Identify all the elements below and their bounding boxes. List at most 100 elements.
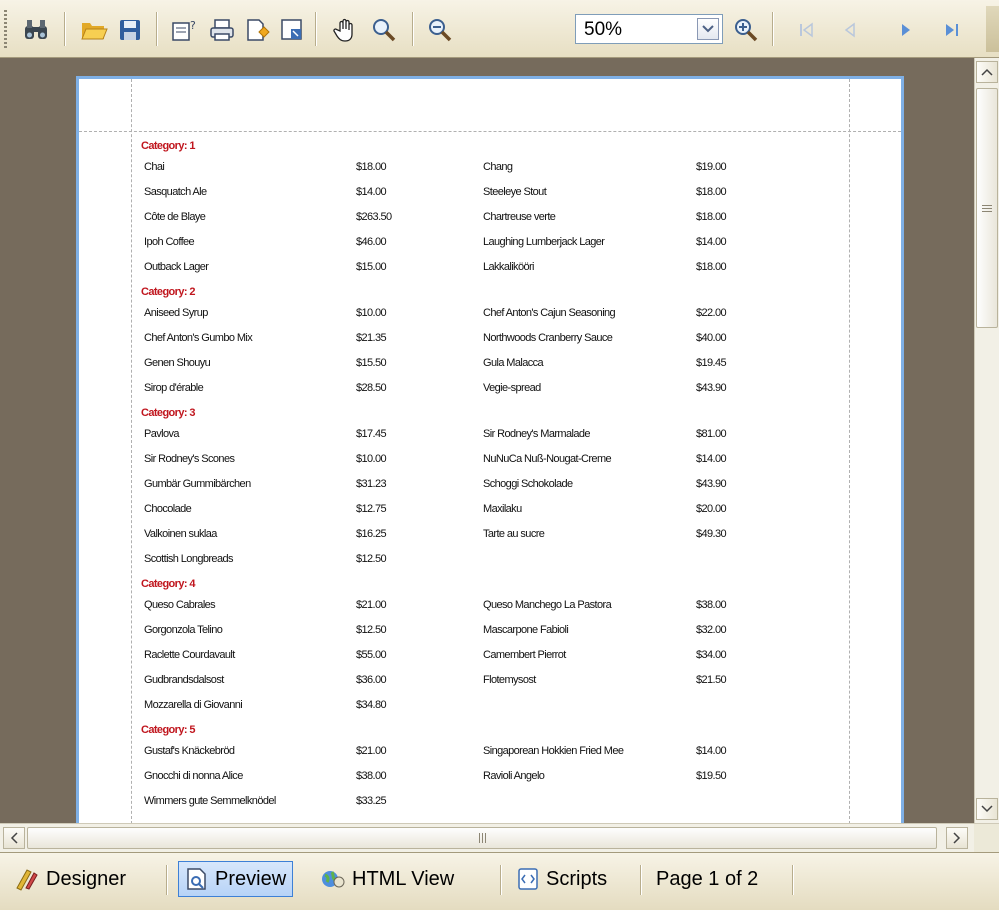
- product-name: Queso Cabrales: [144, 599, 216, 611]
- product-price: $14.00: [696, 453, 727, 465]
- product-name: Aniseed Syrup: [144, 307, 208, 319]
- scroll-down-button[interactable]: [976, 798, 998, 820]
- page-icon[interactable]: [276, 14, 308, 46]
- product-price: $43.90: [696, 478, 727, 490]
- product-name: Chartreuse verte: [483, 211, 556, 223]
- page-status: Page 1 of 2: [650, 861, 764, 897]
- report-row: Chocolade $12.75 Maxilaku $20.00: [141, 499, 781, 524]
- product-price: $18.00: [696, 261, 727, 273]
- product-price: $21.35: [356, 332, 387, 344]
- open-folder-icon[interactable]: [78, 14, 110, 46]
- product-name: Sasquatch Ale: [144, 186, 207, 198]
- prev-page-icon[interactable]: [834, 14, 866, 46]
- scroll-left-button[interactable]: [3, 827, 25, 849]
- product-price: $31.23: [356, 478, 387, 490]
- product-price: $17.45: [356, 428, 387, 440]
- product-price: $22.00: [696, 307, 727, 319]
- scroll-up-button[interactable]: [976, 61, 998, 83]
- scrollbar-corner: [974, 824, 999, 853]
- product-name: Ipoh Coffee: [144, 236, 195, 248]
- product-price: $18.00: [356, 161, 387, 173]
- tab-designer[interactable]: Designer: [8, 861, 132, 897]
- chevron-down-icon[interactable]: [697, 18, 719, 40]
- tab-scripts[interactable]: Scripts: [510, 861, 613, 897]
- product-name: Gustaf's Knäckebröd: [144, 745, 235, 757]
- binoculars-icon[interactable]: [20, 14, 52, 46]
- report-row: Côte de Blaye $263.50 Chartreuse verte $18.…: [141, 207, 781, 232]
- product-name: Sir Rodney's Scones: [144, 453, 235, 465]
- vertical-scroll-thumb[interactable]: [976, 88, 998, 328]
- product-name: Schoggi Schokolade: [483, 478, 573, 490]
- product-price: $21.00: [356, 599, 387, 611]
- product-price: $20.00: [696, 503, 727, 515]
- toolbar-overflow-button[interactable]: [986, 6, 999, 52]
- product-price: $15.00: [356, 261, 387, 273]
- preview-icon: [187, 868, 206, 890]
- page-setup-icon[interactable]: ?: [168, 14, 200, 46]
- next-page-icon[interactable]: [890, 14, 922, 46]
- horizontal-scroll-thumb[interactable]: [27, 827, 937, 849]
- report-row: Outback Lager $15.00 Lakkalikööri $18.00: [141, 257, 781, 282]
- print-icon[interactable]: [206, 14, 238, 46]
- product-price: $43.90: [696, 382, 727, 394]
- product-name: Steeleye Stout: [483, 186, 547, 198]
- report-row: Ipoh Coffee $46.00 Laughing Lumberjack Lag…: [141, 232, 781, 257]
- zoom-in-icon[interactable]: [730, 14, 762, 46]
- vertical-scrollbar[interactable]: [974, 58, 999, 823]
- product-price: $10.00: [356, 307, 387, 319]
- product-name: Vegie-spread: [483, 382, 541, 394]
- tab-html-view[interactable]: HTML View: [314, 861, 460, 897]
- toolbar-grip[interactable]: [4, 10, 7, 48]
- report-body: Category: 1 Chai $18.00 Chang $19.00 Sasquatc…: [141, 136, 781, 816]
- zoom-glass-icon[interactable]: [368, 14, 400, 46]
- product-price: $32.00: [696, 624, 727, 636]
- hand-icon[interactable]: [330, 14, 362, 46]
- product-name: Maxilaku: [483, 503, 522, 515]
- product-price: $49.30: [696, 528, 727, 540]
- product-name: Ravioli Angelo: [483, 770, 545, 782]
- product-name: Chocolade: [144, 503, 192, 515]
- page-status-text: Page 1 of 2: [656, 867, 759, 890]
- product-name: Gumbär Gummibärchen: [144, 478, 251, 490]
- scroll-right-button[interactable]: [946, 827, 968, 849]
- product-name: Mascarpone Fabioli: [483, 624, 569, 636]
- report-page: Category: 1 Chai $18.00 Chang $19.00 Sasquatc…: [76, 76, 904, 823]
- save-icon[interactable]: [114, 14, 146, 46]
- horizontal-scrollbar[interactable]: [0, 823, 999, 853]
- product-price: $33.25: [356, 795, 387, 807]
- product-price: $34.00: [696, 649, 727, 661]
- product-name: Gorgonzola Telino: [144, 624, 223, 636]
- product-name: Chef Anton's Gumbo Mix: [144, 332, 253, 344]
- report-row: Sir Rodney's Scones $10.00 NuNuCa Nuß-Noug…: [141, 449, 781, 474]
- product-name: Wimmers gute Semmelknödel: [144, 795, 276, 807]
- report-row: Gudbrandsdalsost $36.00 Flotemysost $21.50: [141, 670, 781, 695]
- tab-label: Preview: [215, 867, 287, 890]
- category-header: Category: 1: [141, 140, 196, 152]
- product-name: Chef Anton's Cajun Seasoning: [483, 307, 616, 319]
- export-icon[interactable]: [242, 14, 274, 46]
- product-name: Pavlova: [144, 428, 180, 440]
- product-name: Côte de Blaye: [144, 211, 206, 223]
- product-price: $12.50: [356, 553, 387, 565]
- first-page-icon[interactable]: [790, 14, 822, 46]
- toolbar: ? 50%: [0, 0, 999, 58]
- product-name: Outback Lager: [144, 261, 209, 273]
- zoom-select[interactable]: 50%: [575, 14, 723, 44]
- report-row: Pavlova $17.45 Sir Rodney's Marmalade $81.0…: [141, 424, 781, 449]
- zoom-value: 50%: [584, 19, 623, 40]
- product-name: Gula Malacca: [483, 357, 544, 369]
- product-price: $15.50: [356, 357, 387, 369]
- category-header: Category: 2: [141, 286, 196, 298]
- report-row: Mozzarella di Giovanni $34.80: [141, 695, 781, 720]
- product-price: $36.00: [356, 674, 387, 686]
- product-price: $28.50: [356, 382, 387, 394]
- view-tab-bar: Designer Preview HTML View Scripts Page …: [0, 852, 999, 910]
- margin-guide: [79, 131, 901, 132]
- product-price: $34.80: [356, 699, 387, 711]
- category-header: Category: 5: [141, 724, 196, 736]
- zoom-out-icon[interactable]: [424, 14, 456, 46]
- tab-preview[interactable]: Preview: [178, 861, 294, 897]
- product-price: $14.00: [696, 745, 727, 757]
- last-page-icon[interactable]: [936, 14, 968, 46]
- product-name: Flotemysost: [483, 674, 536, 686]
